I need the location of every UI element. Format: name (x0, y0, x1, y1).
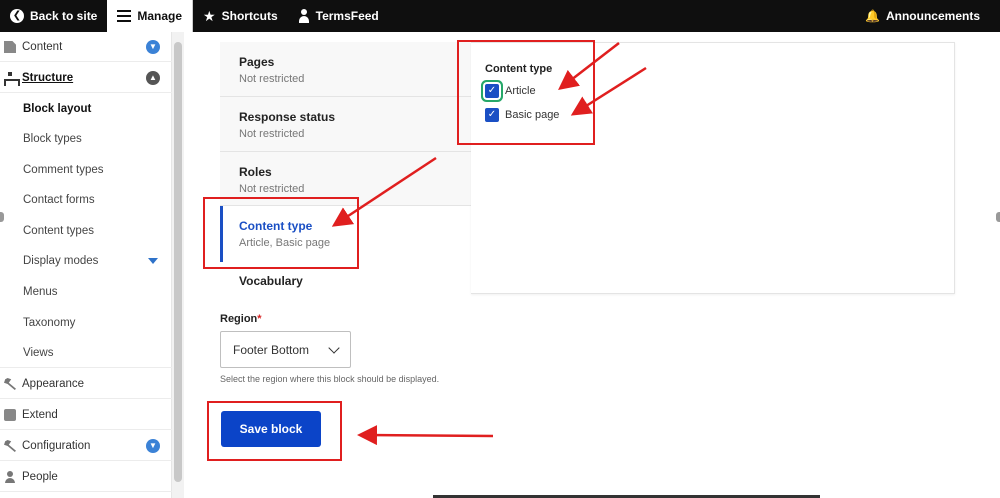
manage-label: Manage (137, 9, 183, 23)
sidebar-item-label: Display modes (23, 255, 99, 267)
tab-summary: Not restricted (239, 128, 305, 140)
sidebar-item-menus[interactable]: Menus (0, 277, 172, 307)
tab-title: Pages (239, 55, 275, 69)
sidebar-item-taxonomy[interactable]: Taxonomy (0, 308, 172, 338)
sidebar-item-configuration[interactable]: Configuration ▼ (0, 431, 172, 461)
arrow-to-save-button (357, 425, 494, 446)
chevron-down-icon (328, 342, 340, 354)
chevron-down-icon[interactable]: ▼ (146, 40, 160, 54)
user-label: TermsFeed (315, 9, 379, 23)
sidebar-item-contact-forms[interactable]: Contact forms (0, 185, 172, 215)
user-icon (298, 9, 310, 23)
region-select-value: Footer Bottom (233, 342, 310, 357)
sidebar-item-label: Menus (23, 286, 58, 298)
sidebar-item-display-modes[interactable]: Display modes (0, 246, 172, 276)
sidebar-item-label: Appearance (22, 377, 85, 390)
sidebar-scrollbar[interactable] (172, 32, 184, 498)
tab-title: Response status (239, 110, 336, 124)
sidebar-item-label: Content (22, 40, 63, 53)
chevron-down-icon[interactable]: ▼ (146, 439, 160, 453)
announcements-label: Announcements (885, 9, 980, 23)
sidebar-item-content-types[interactable]: Content types (0, 216, 172, 246)
required-mark: * (257, 313, 262, 325)
tab-pages[interactable]: Pages Not restricted (220, 42, 472, 97)
tab-title: Roles (239, 165, 272, 179)
scrollbar-thumb[interactable] (174, 42, 182, 482)
annotation-box-save-button (207, 401, 342, 461)
admin-sidebar: Content ▼ Structure ▲ Block layout Block… (0, 32, 172, 498)
bell-icon: 🔔 (865, 9, 880, 23)
sidebar-item-label: Block types (23, 133, 82, 145)
sidebar-item-label: Configuration (22, 439, 91, 452)
sidebar-item-label: Views (23, 346, 54, 359)
tab-response-status[interactable]: Response status Not restricted (220, 97, 472, 152)
sidebar-item-label: Comment types (23, 164, 104, 176)
brush-icon (4, 378, 16, 390)
region-help-text: Select the region where this block shoul… (220, 374, 440, 384)
sitemap-icon (4, 72, 20, 86)
sidebar-item-label: Block layout (23, 103, 92, 115)
sidebar-item-structure[interactable]: Structure ▲ (0, 63, 172, 93)
caret-down-icon[interactable] (148, 258, 158, 264)
star-icon: ★ (203, 7, 216, 24)
region-label-text: Region (220, 313, 258, 325)
left-edge-handle[interactable] (0, 212, 4, 222)
shortcuts-tab[interactable]: ★ Shortcuts (193, 0, 288, 32)
sidebar-item-views[interactable]: Views (0, 338, 172, 368)
sidebar-item-label: Taxonomy (23, 317, 76, 329)
shortcuts-label: Shortcuts (221, 9, 278, 23)
sidebar-item-content[interactable]: Content ▼ (0, 32, 172, 62)
right-edge-handle[interactable] (996, 212, 1000, 222)
sidebar-item-comment-types[interactable]: Comment types (0, 155, 172, 185)
sidebar-item-label: People (22, 470, 58, 483)
wrench-icon (4, 440, 16, 452)
sidebar-item-block-types[interactable]: Block types (0, 124, 172, 154)
sidebar-item-label: Extend (22, 408, 58, 421)
tab-summary: Not restricted (239, 73, 305, 85)
manage-tab[interactable]: Manage (107, 0, 194, 32)
sidebar-item-appearance[interactable]: Appearance (0, 369, 172, 399)
tab-summary: Not restricted (239, 183, 305, 195)
annotation-box-checkboxes (457, 40, 595, 145)
menu-icon (117, 10, 132, 22)
back-to-site-label: Back to site (30, 9, 98, 23)
region-label: Region* (220, 313, 262, 325)
tab-title: Vocabulary (239, 274, 303, 288)
sidebar-item-label: Content types (23, 225, 94, 237)
sidebar-item-extend[interactable]: Extend (0, 400, 172, 430)
chevron-left-icon: ❮ (10, 9, 24, 23)
announcements-tab[interactable]: 🔔 Announcements (855, 0, 1000, 32)
sidebar-item-block-layout[interactable]: Block layout (0, 94, 172, 124)
puzzle-icon (4, 409, 16, 421)
region-select[interactable]: Footer Bottom (220, 331, 351, 368)
chevron-up-icon[interactable]: ▲ (146, 71, 160, 85)
back-to-site-link[interactable]: ❮ Back to site (0, 0, 107, 32)
sidebar-item-people[interactable]: People (0, 462, 172, 492)
user-tab[interactable]: TermsFeed (288, 0, 389, 32)
admin-toolbar: ❮ Back to site Manage ★ Shortcuts TermsF… (0, 0, 1000, 32)
people-icon (4, 471, 16, 483)
sidebar-item-label: Contact forms (23, 194, 95, 206)
document-icon (4, 41, 16, 53)
annotation-box-content-type-tab (203, 197, 359, 269)
sidebar-item-label: Structure (22, 71, 74, 84)
